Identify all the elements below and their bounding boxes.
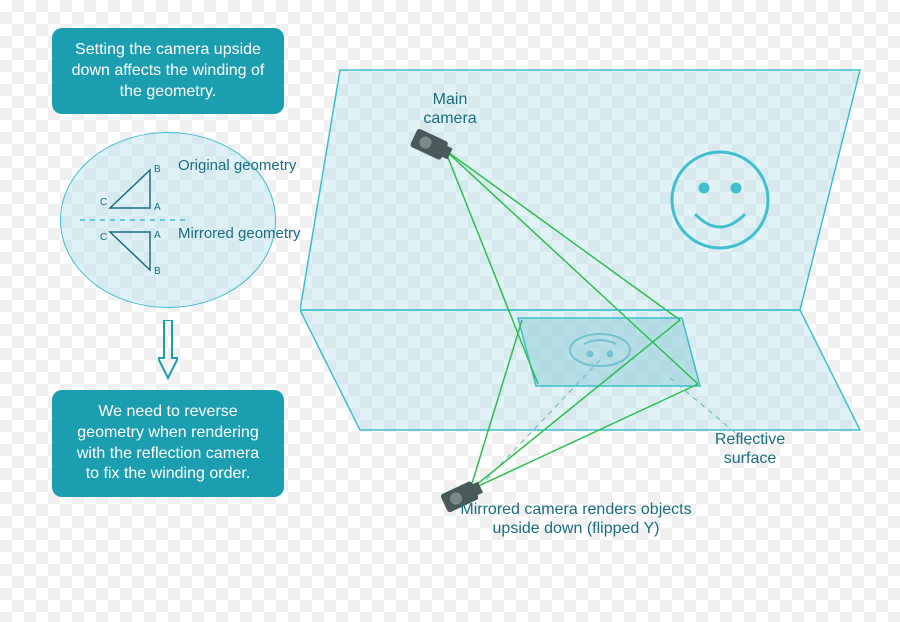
vertex-c-upper: C xyxy=(100,197,107,208)
vertex-c-lower: C xyxy=(100,232,107,243)
vertex-a-lower: A xyxy=(154,230,161,241)
mirrored-camera-label: Mirrored camera renders objects upside d… xyxy=(446,500,706,538)
main-camera-label: Main camera xyxy=(410,90,490,128)
reflective-surface-label: Reflective surface xyxy=(690,430,810,468)
vertex-b-upper: B xyxy=(154,164,161,175)
mirrored-geometry-label: Mirrored geometry xyxy=(178,226,301,243)
arrow-down-icon xyxy=(158,320,178,380)
winding-triangles: B A C B A C xyxy=(80,150,190,290)
callout-reverse-geometry: We need to reverse geometry when renderi… xyxy=(52,390,284,497)
vertex-b-lower: B xyxy=(154,266,161,277)
vertex-a-upper: A xyxy=(154,202,161,213)
original-geometry-label: Original geometry xyxy=(178,158,296,175)
callout-winding-affected: Setting the camera upside down affects t… xyxy=(52,28,284,114)
